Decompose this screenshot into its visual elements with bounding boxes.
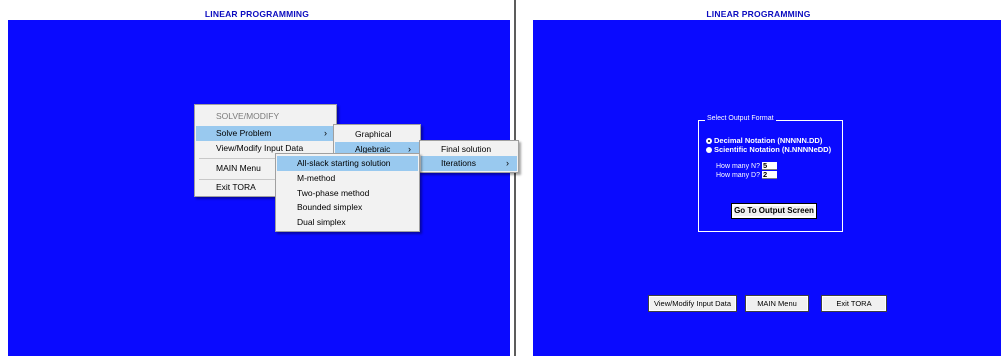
n-input[interactable]: 5 — [761, 162, 777, 171]
output-format-group: Select Output Format Decimal Notation (N… — [698, 115, 843, 232]
view-modify-input-data-button[interactable]: View/Modify Input Data — [648, 295, 737, 312]
starting-solution-submenu: All-slack starting solution M-method Two… — [275, 153, 420, 232]
radio-decimal-label: Decimal Notation (NNNNN.DD) — [714, 136, 823, 145]
radio-scientific-label: Scientific Notation (N.NNNNeDD) — [714, 145, 832, 154]
menu-item-all-slack[interactable]: All-slack starting solution — [277, 156, 418, 171]
menu-item-dual-simplex[interactable]: Dual simplex — [277, 215, 418, 230]
menu-item-graphical[interactable]: Graphical — [335, 127, 419, 142]
radio-scientific[interactable]: Scientific Notation (N.NNNNeDD) — [706, 145, 831, 154]
main-menu-button[interactable]: MAIN Menu — [745, 295, 809, 312]
d-input[interactable]: 2 — [761, 171, 777, 180]
right-window-title: LINEAR PROGRAMMING — [706, 9, 811, 19]
menu-header: SOLVE/MODIFY — [216, 111, 280, 121]
menu-item-two-phase[interactable]: Two-phase method — [277, 186, 418, 201]
chevron-right-icon: › — [506, 158, 509, 168]
menu-item-bounded-simplex[interactable]: Bounded simplex — [277, 200, 418, 215]
go-to-output-screen-button[interactable]: Go To Output Screen — [731, 203, 817, 219]
menu-item-solve-problem[interactable]: Solve Problem › — [196, 126, 335, 141]
chevron-right-icon: › — [324, 128, 327, 138]
menu-item-label: Solve Problem — [216, 128, 272, 138]
d-field-label: How many D? — [716, 172, 760, 179]
d-field-row: How many D? 2 — [716, 171, 777, 181]
radio-unselected-icon — [706, 147, 712, 154]
menu-item-label: Iterations — [441, 158, 476, 168]
output-format-legend: Select Output Format — [705, 115, 776, 122]
left-window-title: LINEAR PROGRAMMING — [204, 9, 310, 19]
radio-selected-icon — [706, 138, 712, 145]
radio-decimal[interactable]: Decimal Notation (NNNNN.DD) — [706, 136, 822, 145]
n-field-label: How many N? — [716, 163, 760, 170]
menu-item-iterations[interactable]: Iterations › — [421, 156, 517, 171]
exit-tora-button[interactable]: Exit TORA — [821, 295, 887, 312]
output-submenu: Final solution Iterations › — [419, 140, 519, 173]
menu-item-m-method[interactable]: M-method — [277, 171, 418, 186]
menu-item-final-solution[interactable]: Final solution — [421, 142, 517, 157]
